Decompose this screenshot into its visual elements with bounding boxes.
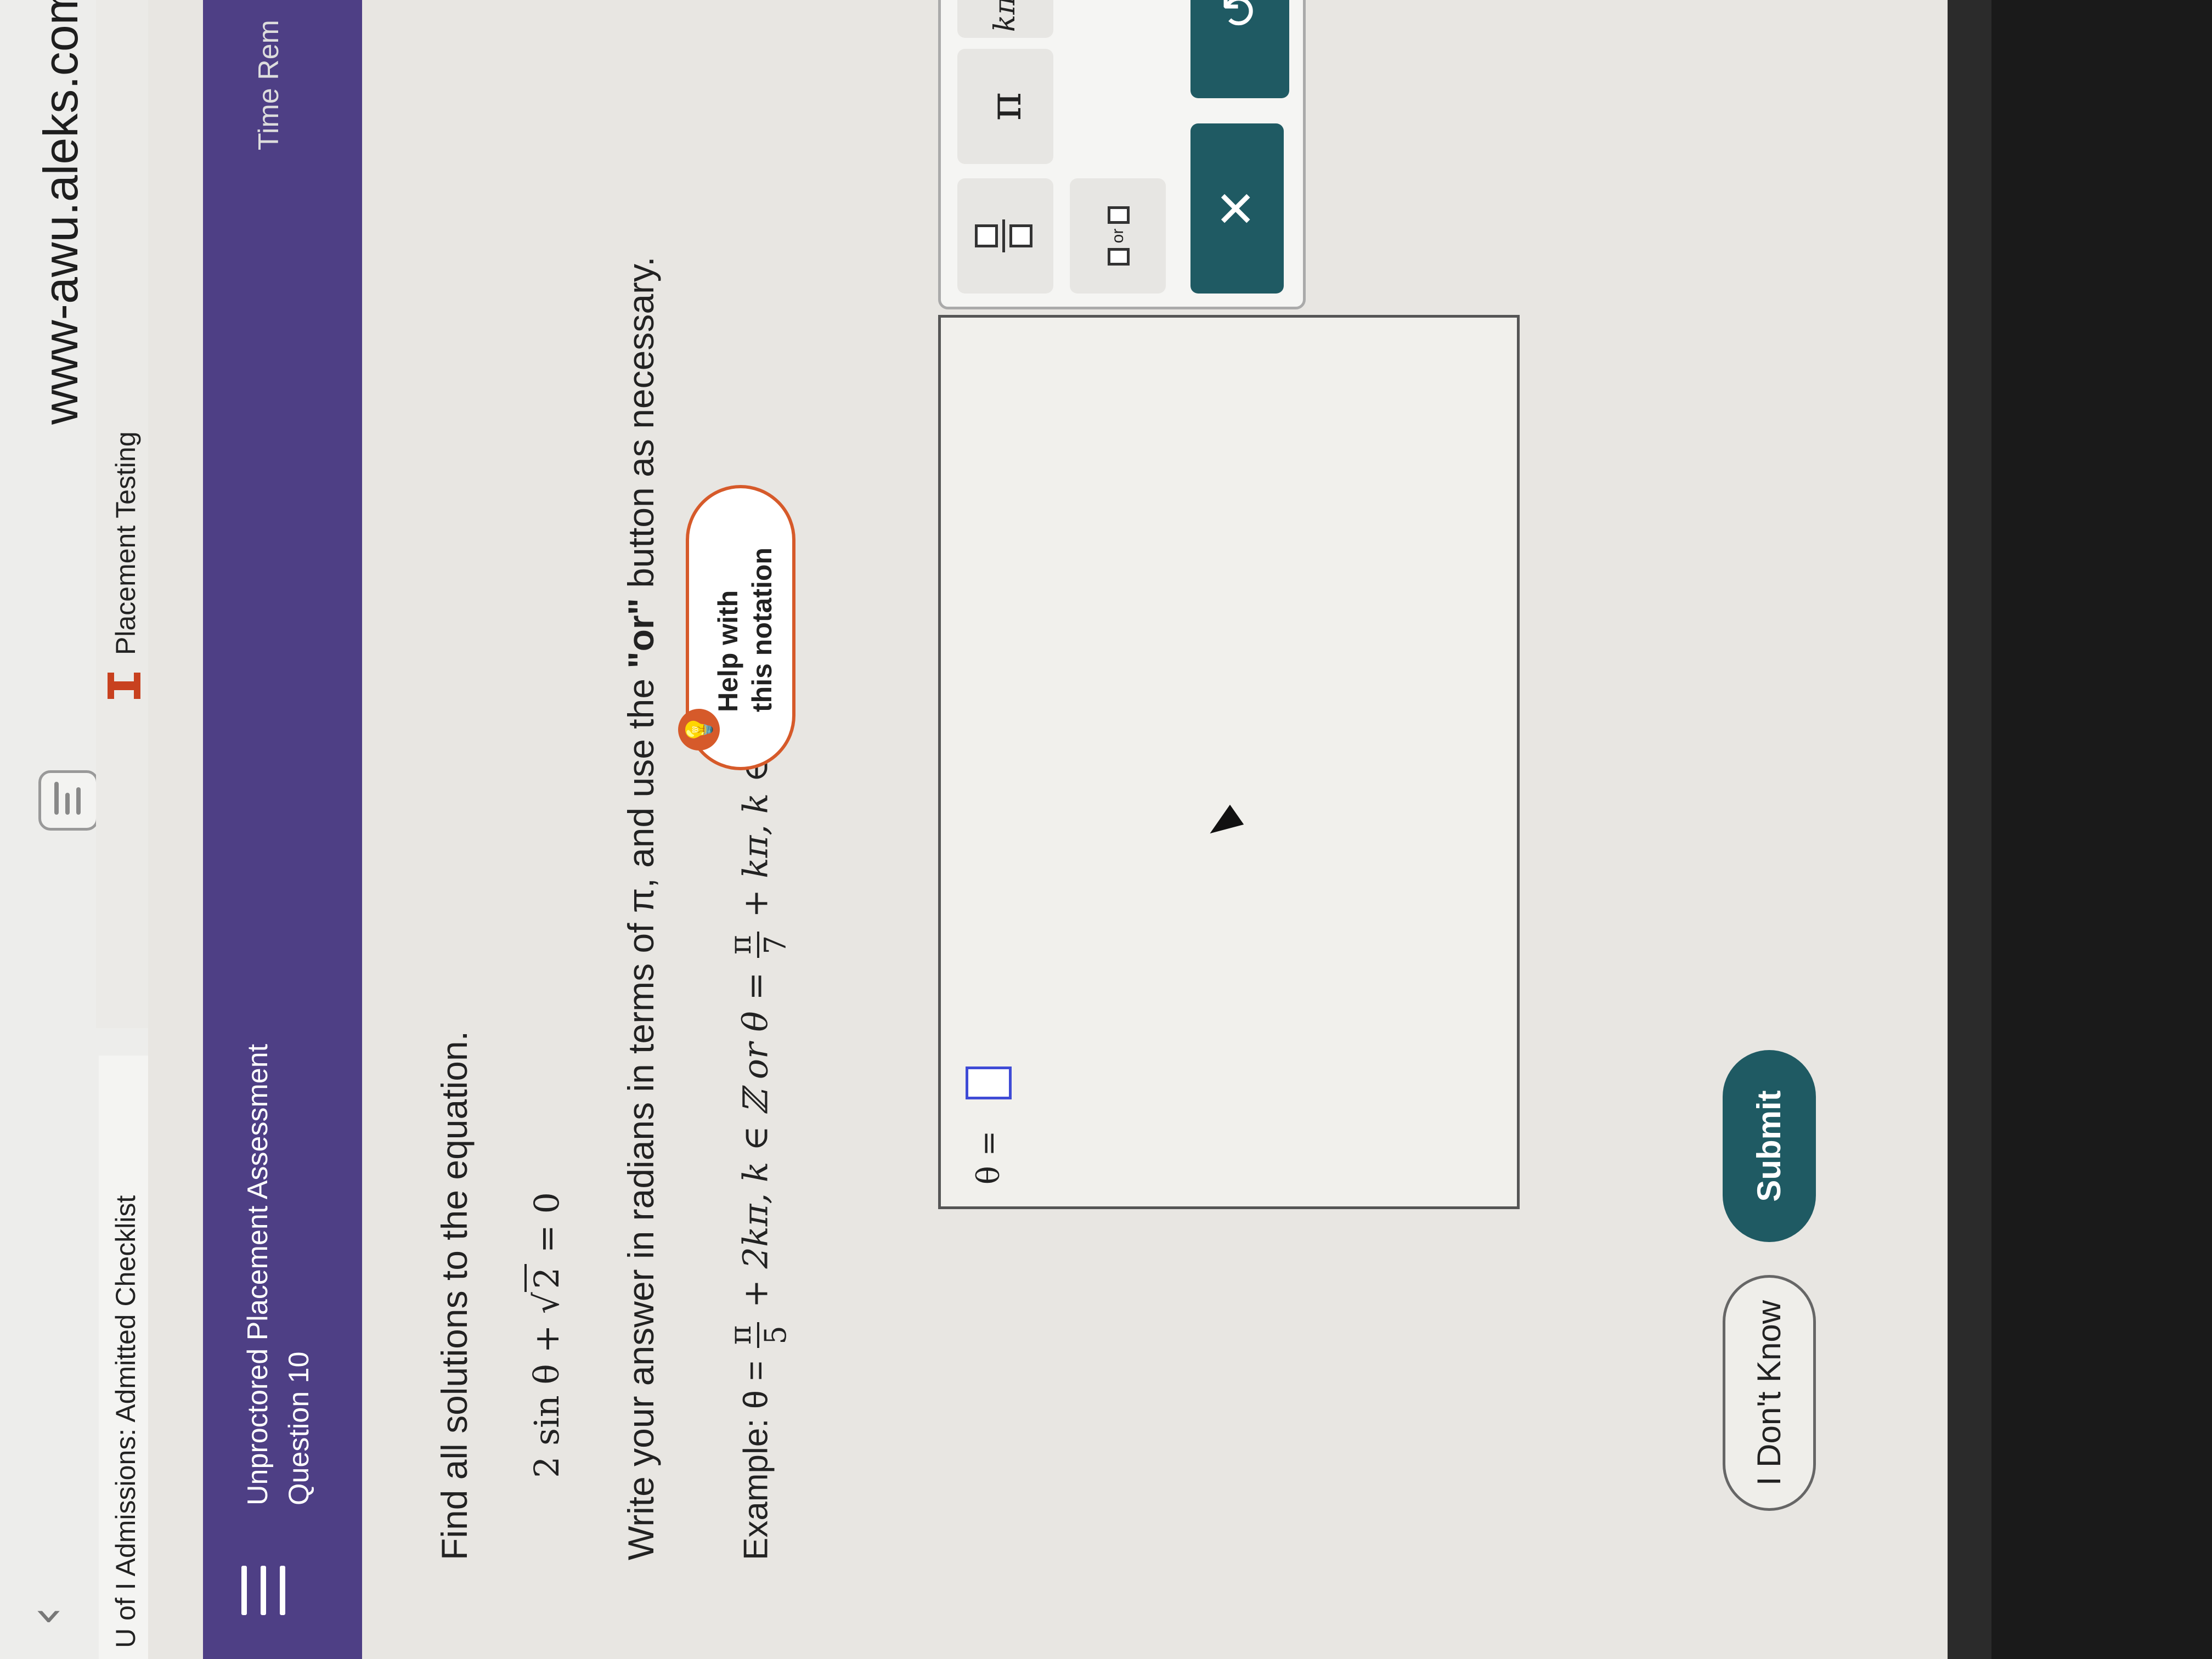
- example-middle: + 2kπ, k ∈ ℤ or θ =: [735, 961, 776, 1319]
- or-key[interactable]: or: [1070, 178, 1166, 294]
- aleks-page: ‹ www-awu.aleks.com U of I Admissions: A…: [0, 0, 1991, 1659]
- example-solution: Example: θ = π5 + 2kπ, k ∈ ℤ or θ = π7 +…: [723, 721, 793, 1560]
- example-fraction-1: π5: [723, 1322, 793, 1348]
- reader-mode-icon[interactable]: [38, 770, 99, 831]
- answer-instructions: Write your answer in radians in terms of…: [620, 257, 662, 1560]
- browser-tab-admissions-label: U of I Admissions: Admitted Checklist: [110, 1195, 141, 1648]
- address-bar-url[interactable]: www-awu.aleks.com: [33, 0, 89, 425]
- submit-button[interactable]: Submit: [1723, 1050, 1816, 1242]
- hamburger-menu-icon[interactable]: [236, 1566, 296, 1615]
- example-label: Example: θ =: [737, 1351, 775, 1560]
- question-prompt: Find all solutions to the equation.: [434, 1031, 475, 1560]
- answer-input-slot[interactable]: [966, 1066, 1012, 1099]
- lightbulb-icon: 💡: [678, 709, 720, 751]
- box-icon: [1108, 206, 1130, 224]
- instruction-end: button as necessary.: [620, 256, 661, 599]
- or-label: or: [1109, 228, 1127, 244]
- k-pi-integer-key[interactable]: kπ,k∈Z: [957, 0, 1053, 38]
- instruction-text: Write your answer in radians in terms of…: [620, 668, 661, 1560]
- undo-button[interactable]: ↺: [1190, 0, 1289, 98]
- fraction-numerator: π: [723, 1322, 759, 1348]
- screen-bezel: [1948, 0, 1991, 1659]
- fraction-numerator: π: [723, 932, 759, 958]
- help-line-1: Help with: [713, 590, 743, 712]
- clear-button[interactable]: ✕: [1190, 123, 1284, 294]
- answer-input-area[interactable]: θ =: [938, 315, 1520, 1209]
- fraction-denominator: 7: [758, 935, 793, 955]
- equation-left: 2 sin θ +: [527, 1313, 567, 1478]
- fraction-denominator: 5: [758, 1325, 793, 1345]
- pi-key[interactable]: π: [957, 49, 1053, 164]
- help-notation-button[interactable]: 💡 Help with this notation: [678, 485, 795, 770]
- assessment-title: Unproctored Placement Assessment: [242, 1043, 274, 1505]
- time-remaining-label: Time Rem: [253, 20, 285, 150]
- math-keypad: π kπ,k∈Z or ✕ ↺: [938, 0, 1306, 309]
- help-notation-label: Help with this notation: [711, 548, 779, 712]
- fraction-icon: [975, 219, 1032, 252]
- sqrt-sign: √: [527, 1292, 567, 1314]
- browser-tab-placement-label: Placement Testing: [110, 431, 141, 655]
- theta-label: θ =: [971, 1130, 1007, 1184]
- fraction-key[interactable]: [957, 178, 1053, 294]
- example-fraction-2: π7: [723, 932, 793, 958]
- question-number: Question 10: [283, 1351, 315, 1505]
- equation-right: = 0: [527, 1192, 567, 1264]
- illinois-logo-icon: [108, 673, 140, 699]
- question-equation: 2 sin θ + √2 = 0: [524, 1192, 567, 1478]
- help-line-2: this notation: [747, 548, 777, 712]
- instruction-or: "or": [620, 598, 661, 669]
- box-icon: [1108, 247, 1130, 266]
- equation-radicand: 2: [524, 1263, 567, 1293]
- dont-know-button[interactable]: I Don't Know: [1723, 1275, 1816, 1511]
- back-chevron-icon[interactable]: ‹: [18, 1577, 75, 1626]
